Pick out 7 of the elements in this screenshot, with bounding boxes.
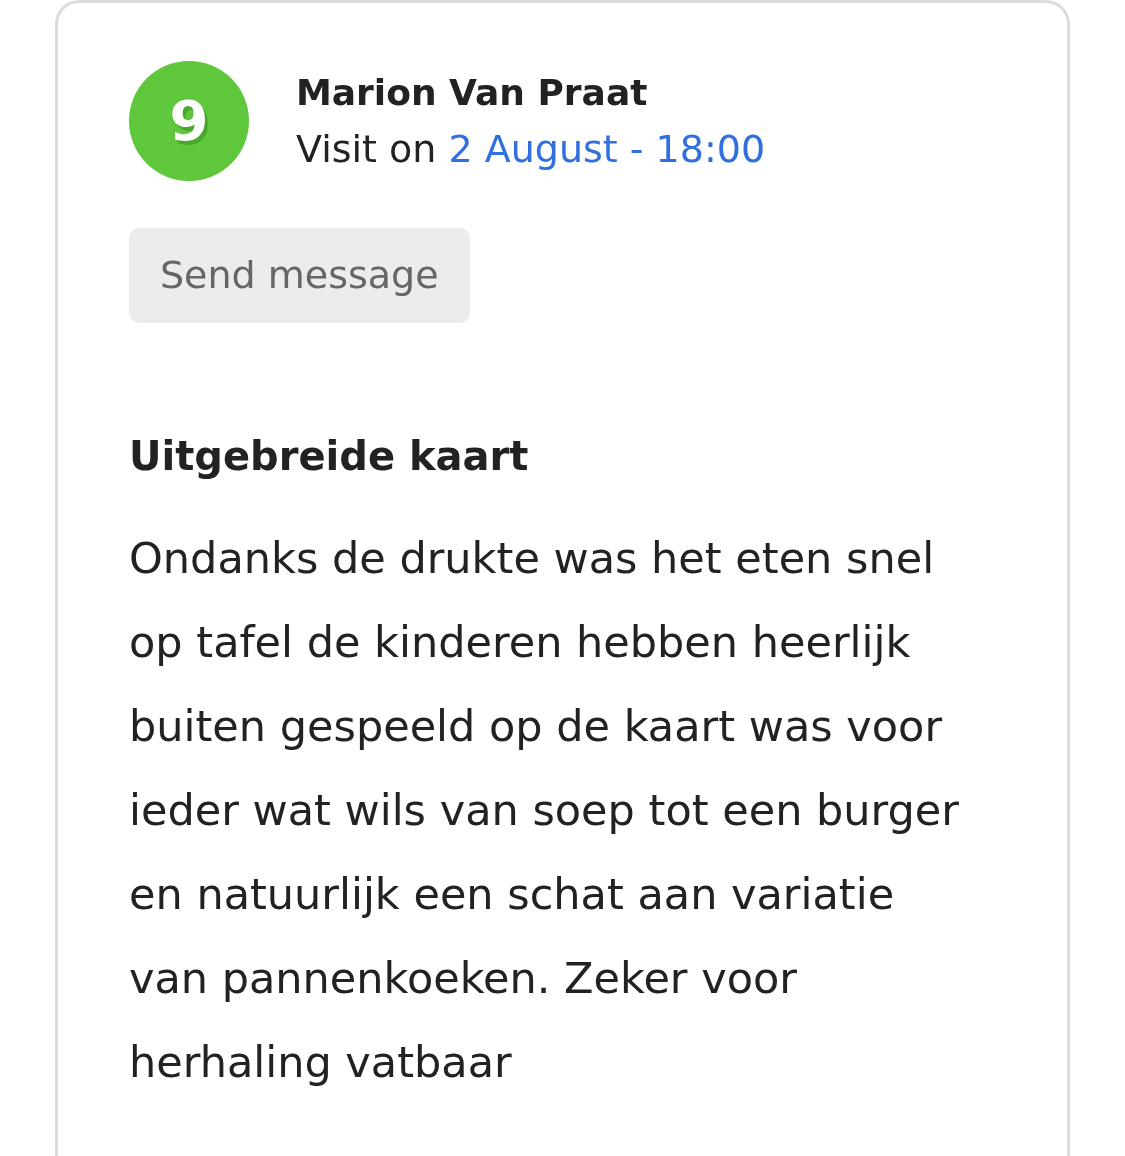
review-text: Ondanks de drukte was het eten snel op tafel de kinderen hebben heerlijk buiten gespeeld op de kaart was voor ieder wat wils van soep tot een burger en natuurlijk een schat aan variatie van pannenkoeken. Zeker voor herhaling vatbaar	[129, 532, 960, 1089]
score-badge: 9	[129, 61, 249, 181]
reviewer-name: Marion Van Praat	[296, 71, 649, 115]
send-message-button[interactable]: Send message	[129, 228, 470, 323]
section-heading: Uitgebreide kaart	[129, 432, 529, 481]
visit-date-link[interactable]: 2 August - 18:00	[448, 127, 766, 171]
visit-label: Visit on	[296, 127, 437, 171]
